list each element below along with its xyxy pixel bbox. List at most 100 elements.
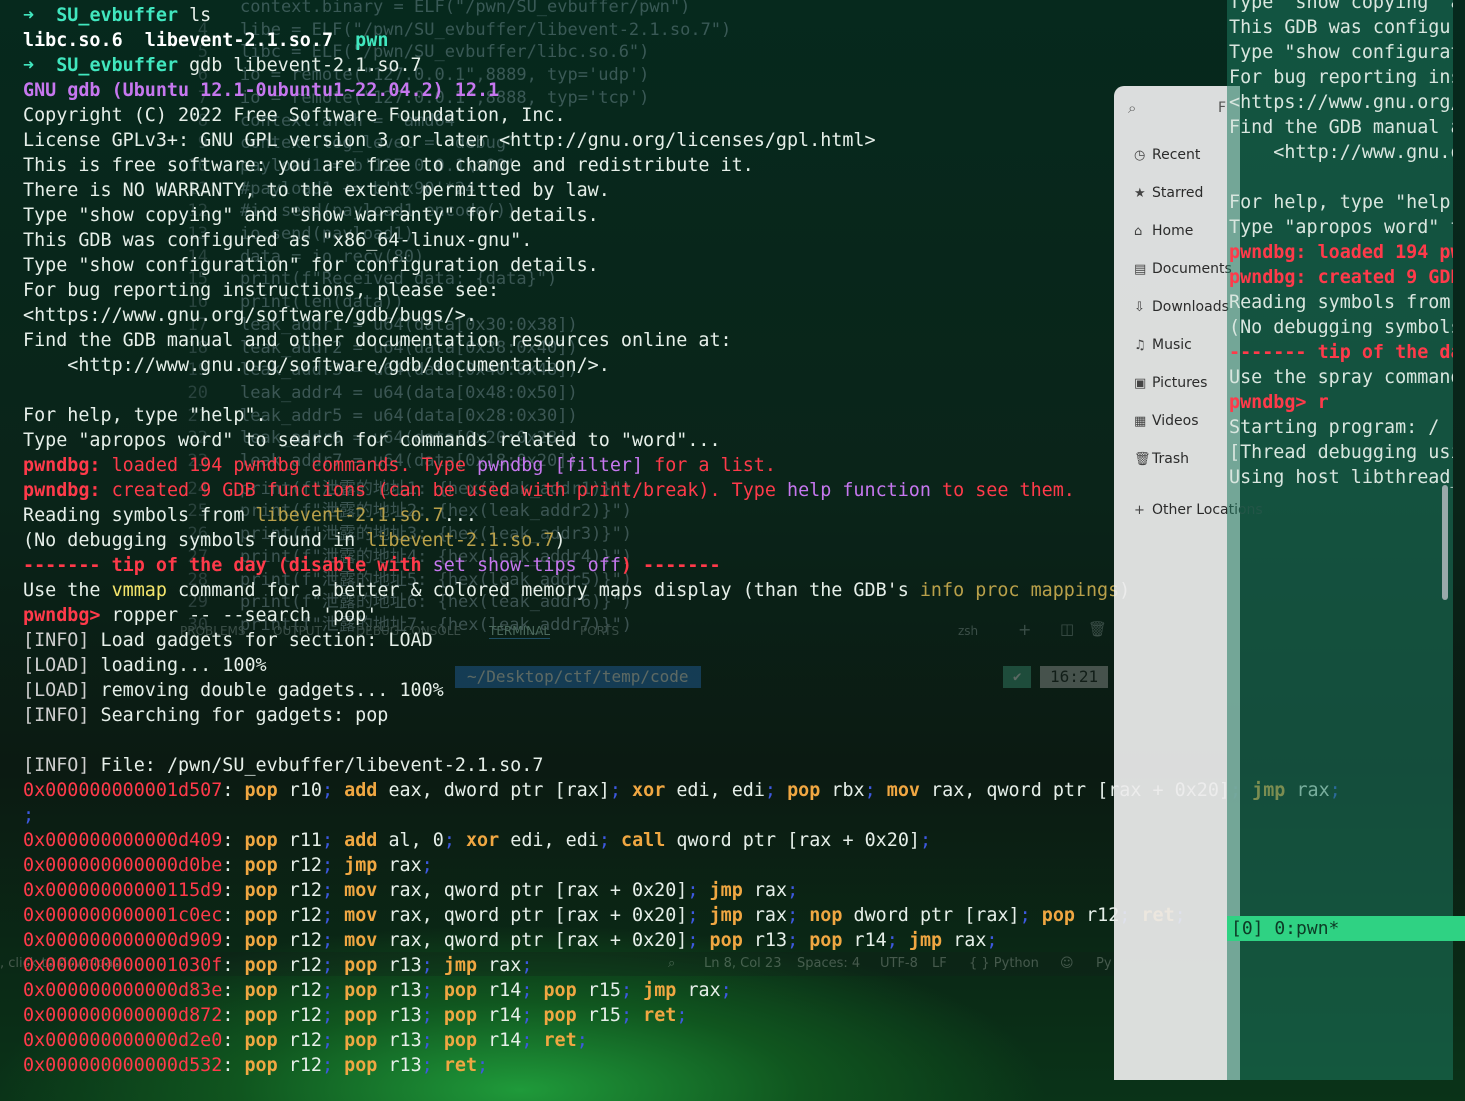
gadget-opcode: xor xyxy=(465,830,500,851)
gadget-separator: ; xyxy=(421,1055,444,1076)
gadget-operand: rax xyxy=(488,955,522,976)
gadget-operand: eax, dword ptr [rax] xyxy=(388,780,610,801)
right-terminal-line: [Thread debugging using xyxy=(1229,442,1453,463)
gadget-operand: r14 xyxy=(488,1005,522,1026)
gadget-opcode: mov xyxy=(344,880,378,901)
pictures-icon: ▣ xyxy=(1134,376,1147,391)
right-terminal-scrollbar[interactable] xyxy=(1442,485,1448,600)
sidebar-item-label: Downloads xyxy=(1152,299,1229,315)
gadget-opcode: pop xyxy=(809,930,843,951)
gadget-address: 0x000000000000d2e0 xyxy=(23,1030,223,1051)
right-terminal-line: This GDB was configured xyxy=(1229,17,1453,38)
right-terminal-line: Using host libthread_db xyxy=(1229,467,1453,488)
reading-symbols-line: Reading symbols from libevent-2.1.so.7..… xyxy=(23,505,477,526)
right-terminal-line: pwndbg: loaded 194 pwndbg xyxy=(1229,242,1453,263)
gadget-opcode: pop xyxy=(244,780,278,801)
gadget-separator: ; xyxy=(609,780,633,801)
gadget-address: 0x000000000000d409 xyxy=(23,830,223,851)
gadget-separator: ; xyxy=(321,905,345,926)
log-text: Load gadgets for section: LOAD xyxy=(89,630,433,651)
gadget-opcode: add xyxy=(344,830,378,851)
sidebar-item-recent[interactable]: ◷ Recent xyxy=(1134,147,1200,169)
right-terminal-line: Type "show copying" and xyxy=(1229,0,1453,13)
gadget-separator: ; xyxy=(321,930,345,951)
gadget-address: 0x000000000000d532 xyxy=(23,1055,223,1076)
gadget-opcode: pop xyxy=(244,980,278,1001)
log-tag: [INFO] xyxy=(23,755,90,776)
sidebar-item-documents[interactable]: ▤ Documents xyxy=(1134,261,1232,283)
gadget-separator: ; xyxy=(321,955,345,976)
gadget-opcode: add xyxy=(344,780,378,801)
gadget-opcode: pop xyxy=(244,1030,278,1051)
right-terminal-line: ------- tip of the day xyxy=(1229,342,1453,363)
log-text: Searching for gadgets: pop xyxy=(89,705,389,726)
gadget-address: 0x000000000000d0be xyxy=(23,855,223,876)
gadget-opcode: nop xyxy=(809,905,843,926)
gadget-opcode: pop xyxy=(244,1055,278,1076)
gadget-operand: r12 xyxy=(288,1030,322,1051)
gadget-opcode: pop xyxy=(543,980,577,1001)
sidebar-item-trash[interactable]: 🗑Trash xyxy=(1134,451,1189,473)
gadget-address: 0x000000000001d507 xyxy=(23,780,223,801)
gadget-separator: ; xyxy=(521,1030,544,1051)
gadget-row: 0x000000000000d0be: pop r12; jmp rax; xyxy=(23,855,444,876)
right-terminal-line: Type "show configuration" xyxy=(1229,42,1453,63)
gadget-separator: ; xyxy=(787,880,810,901)
gadget-separator: ; xyxy=(621,980,644,1001)
gadget-operand: r14 xyxy=(488,1030,522,1051)
gadget-separator: ; xyxy=(598,830,621,851)
gadget-opcode: pop xyxy=(244,1005,278,1026)
tip-text-line: Use the vmmap command for a better & col… xyxy=(23,580,1130,601)
gadget-operand: rbx xyxy=(831,780,865,801)
gadget-opcode: pop xyxy=(244,855,278,876)
gadget-separator: ; xyxy=(764,780,788,801)
sidebar-item-videos[interactable]: ▦ Videos xyxy=(1134,413,1199,435)
gadget-opcode: jmp xyxy=(709,905,743,926)
gadget-operand: r15 xyxy=(587,1005,621,1026)
gadget-operand: r13 xyxy=(388,1005,422,1026)
log-text: removing double gadgets... 100% xyxy=(89,680,444,701)
gadget-separator: ; xyxy=(687,880,710,901)
gdb-intro-line: There is NO WARRANTY, to the extent perm… xyxy=(23,180,610,201)
gadget-opcode: pop xyxy=(709,930,743,951)
gadget-opcode: pop xyxy=(787,780,821,801)
gadget-separator: ; xyxy=(421,955,444,976)
gadget-separator: ; xyxy=(787,930,810,951)
right-terminal-line: Find the GDB manual and xyxy=(1229,117,1453,138)
gadget-address: 0x000000000000d83e xyxy=(23,980,223,1001)
gadget-operand: r13 xyxy=(388,955,422,976)
gadget-row: 0x000000000000d909: pop r12; mov rax, qw… xyxy=(23,930,1009,951)
gadget-row: 0x000000000000d872: pop r12; pop r13; po… xyxy=(23,1005,699,1026)
sidebar-item-pictures[interactable]: ▣ Pictures xyxy=(1134,375,1207,397)
downloads-icon: ⇩ xyxy=(1134,300,1145,315)
gadget-operand: rax xyxy=(753,905,788,926)
ropper-command-line: pwndbg> ropper -- --search 'pop' xyxy=(23,605,378,626)
files-header-fragment: F xyxy=(1218,100,1227,116)
shell-line-gdb: ➜ SU_evbuffer gdb libevent-2.1.so.7 xyxy=(23,55,422,76)
gadget-operand: r10 xyxy=(288,780,322,801)
sidebar-item-home[interactable]: ⌂ Home xyxy=(1134,223,1193,245)
search-icon[interactable]: ⌕ xyxy=(1128,99,1136,117)
gdb-intro-line: For bug reporting instructions, please s… xyxy=(23,280,500,301)
gadget-opcode: call xyxy=(621,830,666,851)
gadget-separator: ; xyxy=(621,1005,644,1026)
gadget-operand: edi, edi xyxy=(676,780,765,801)
gadget-separator: ; xyxy=(23,805,35,826)
log-tag: [LOAD] xyxy=(23,655,90,676)
gadget-opcode: pop xyxy=(543,1005,577,1026)
gadget-opcode: mov xyxy=(886,780,920,801)
sidebar-item-music[interactable]: ♫ Music xyxy=(1134,337,1192,359)
tmux-window-label[interactable]: [0] 0:pwn* xyxy=(1227,918,1339,939)
sidebar-item-downloads[interactable]: ⇩ Downloads xyxy=(1134,299,1229,321)
gadget-row: 0x00000000000115d9: pop r12; mov rax, qw… xyxy=(23,880,810,901)
right-terminal-line: For bug reporting instructions xyxy=(1229,67,1453,88)
sidebar-item-starred[interactable]: ★ Starred xyxy=(1134,185,1203,207)
gadget-row: 0x000000000000d409: pop r11; add al, 0; … xyxy=(23,830,943,851)
plus-icon: + xyxy=(1134,503,1145,518)
sidebar-item-label: Music xyxy=(1152,337,1192,353)
gadget-separator: ; xyxy=(521,1005,544,1026)
gadget-operand: r13 xyxy=(753,930,788,951)
main-terminal[interactable]: ➜ SU_evbuffer ls libc.so.6 libevent-2.1.… xyxy=(0,0,1341,1080)
sidebar-item-label: Home xyxy=(1152,223,1194,239)
right-terminal-line: Starting program: / xyxy=(1229,417,1440,438)
